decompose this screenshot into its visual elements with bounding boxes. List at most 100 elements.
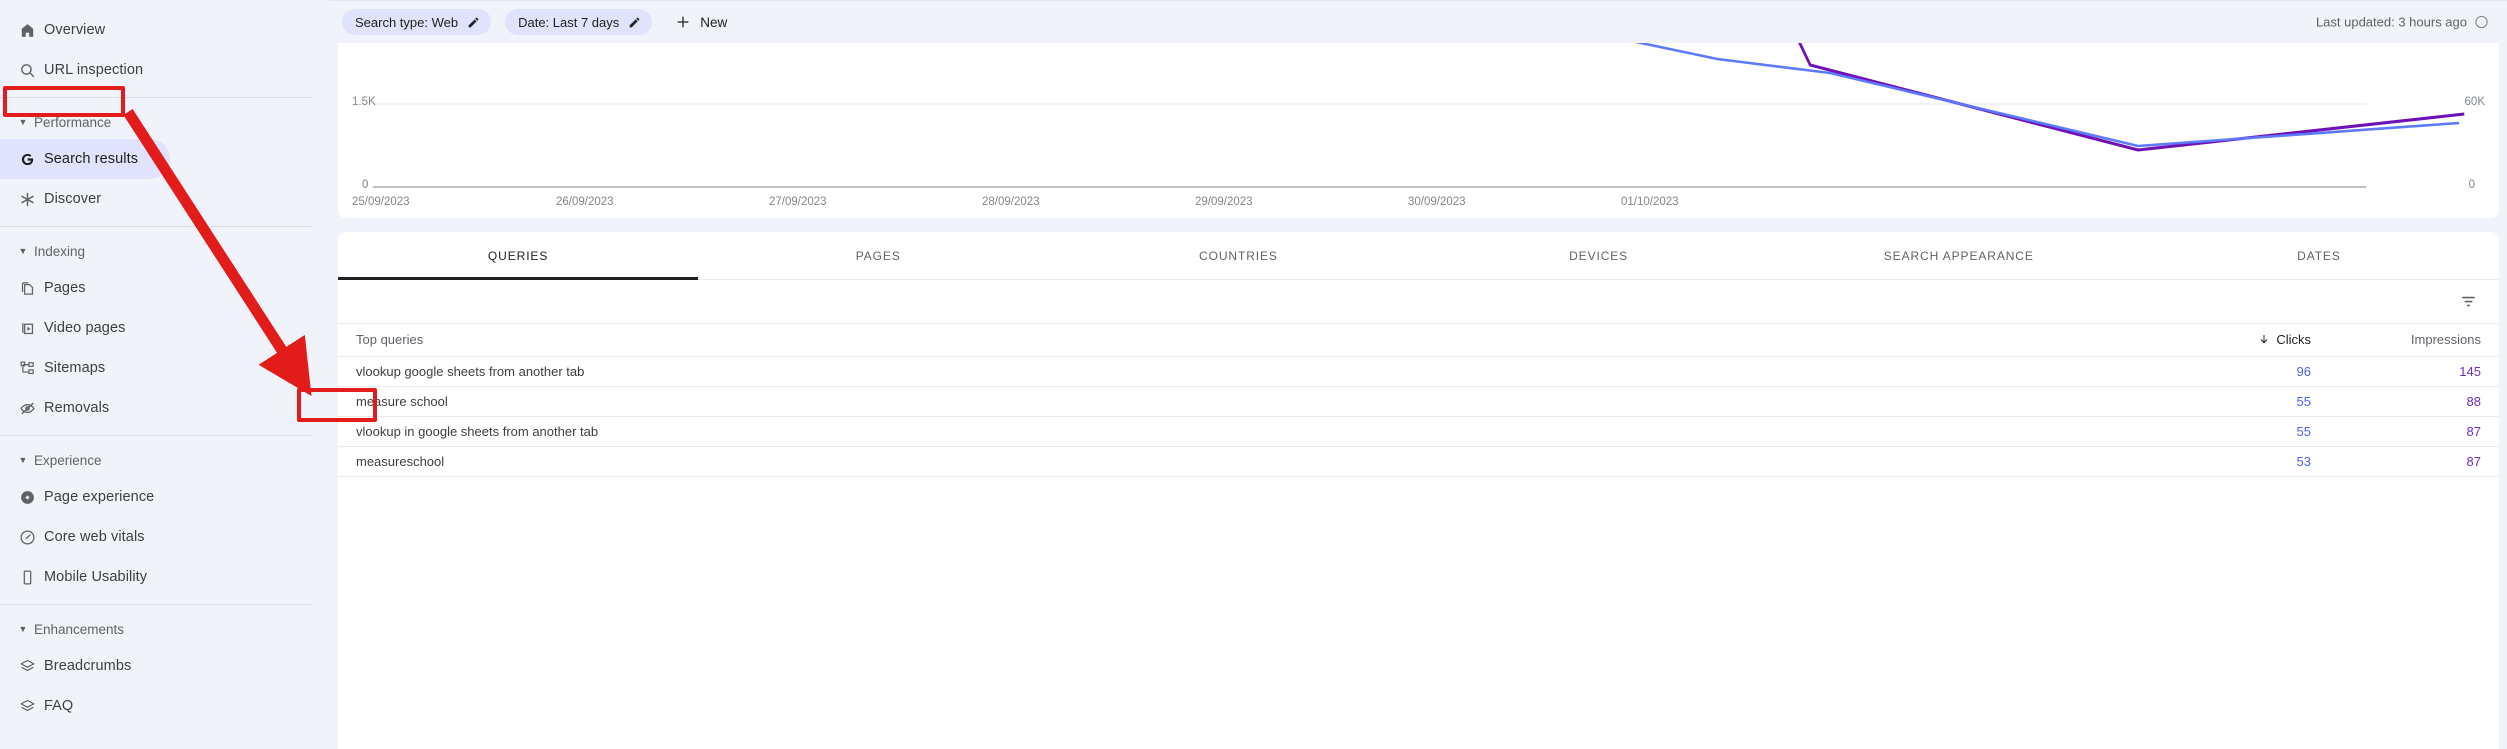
table-row[interactable]: vlookup in google sheets from another ta… xyxy=(338,416,2499,447)
sidebar-item-label: FAQ xyxy=(44,698,74,714)
sidebar-section-indexing[interactable]: ▼ Indexing xyxy=(0,234,330,268)
filter-chip-label: Date: Last 7 days xyxy=(518,14,620,30)
sidebar-item-removals[interactable]: Removals xyxy=(0,388,170,428)
sidebar-item-url-inspection[interactable]: URL inspection xyxy=(0,50,170,90)
tab-label: DEVICES xyxy=(1569,248,1629,263)
column-header-impressions[interactable]: Impressions xyxy=(2329,324,2499,357)
sidebar-item-label: Pages xyxy=(44,280,86,296)
filter-list-icon[interactable] xyxy=(2455,289,2481,315)
sidebar-item-label: URL inspection xyxy=(44,62,144,78)
help-circle-icon[interactable] xyxy=(2474,15,2489,30)
sidebar-item-mobile-usability[interactable]: Mobile Usability xyxy=(0,557,170,597)
chart-svg xyxy=(372,43,2465,188)
sidebar-item-pages[interactable]: Pages xyxy=(0,268,170,308)
filter-chip-search-type[interactable]: Search type: Web xyxy=(342,9,492,35)
tab-label: COUNTRIES xyxy=(1199,248,1278,263)
pencil-icon[interactable] xyxy=(467,16,480,29)
tab-label: PAGES xyxy=(855,248,901,263)
sidebar-section-experience[interactable]: ▼ Experience xyxy=(0,443,330,477)
tab-devices[interactable]: DEVICES xyxy=(1419,232,1779,279)
cell-query: vlookup in google sheets from another ta… xyxy=(338,416,2159,447)
tab-label: DATES xyxy=(2297,248,2341,263)
results-tabs: QUERIES PAGES COUNTRIES DEVICES SEARCH A… xyxy=(338,232,2499,280)
sidebar-item-page-experience[interactable]: Page experience xyxy=(0,477,170,517)
cell-clicks: 53 xyxy=(2159,446,2329,477)
cell-impressions: 87 xyxy=(2329,416,2499,447)
last-updated-text: Last updated: 3 hours ago xyxy=(2315,14,2467,30)
sidebar-section-performance[interactable]: ▼ Performance xyxy=(0,105,330,139)
main-content: Search type: Web Date: Last 7 days New L… xyxy=(330,0,2507,749)
plus-icon xyxy=(675,14,691,30)
cell-impressions: 88 xyxy=(2329,386,2499,417)
sidebar-item-label: Video pages xyxy=(44,320,126,336)
table-row[interactable]: measure school 55 88 xyxy=(338,386,2499,417)
tab-label: SEARCH APPEARANCE xyxy=(1883,248,2034,263)
queries-table-body: vlookup google sheets from another tab 9… xyxy=(338,356,2499,477)
sidebar-item-label: Mobile Usability xyxy=(44,569,148,585)
caret-down-icon: ▼ xyxy=(18,624,28,634)
cell-clicks: 96 xyxy=(2159,356,2329,387)
sidebar-item-label: Search results xyxy=(44,151,139,167)
caret-down-icon: ▼ xyxy=(18,117,28,127)
new-filter-button[interactable]: New xyxy=(666,9,736,35)
series-impressions-line xyxy=(1798,43,2465,152)
filter-chip-date[interactable]: Date: Last 7 days xyxy=(505,9,653,35)
sidebar-item-video-pages[interactable]: Video pages xyxy=(0,308,170,348)
sidebar-section-label: Experience xyxy=(34,452,102,468)
eye-off-icon xyxy=(10,400,44,417)
last-updated-status: Last updated: 3 hours ago xyxy=(2316,15,2489,30)
discover-asterisk-icon xyxy=(10,191,44,208)
table-row[interactable]: measureschool 53 87 xyxy=(338,446,2499,477)
column-header-clicks-label: Clicks xyxy=(2276,331,2311,347)
sidebar-item-label: Sitemaps xyxy=(44,360,106,376)
sidebar-item-sitemaps[interactable]: Sitemaps xyxy=(0,348,170,388)
tab-dates[interactable]: DATES xyxy=(2139,232,2499,279)
sidebar-item-faq[interactable]: FAQ xyxy=(0,686,170,726)
column-header-clicks[interactable]: Clicks xyxy=(2159,324,2329,357)
sidebar-item-discover[interactable]: Discover xyxy=(0,179,170,219)
column-header-top-queries[interactable]: Top queries xyxy=(338,324,2159,357)
sidebar-item-overview[interactable]: Overview xyxy=(0,10,170,50)
sidebar-section-label: Indexing xyxy=(34,243,86,259)
sidebar-item-core-web-vitals[interactable]: Core web vitals xyxy=(0,517,170,557)
cell-query: vlookup google sheets from another tab xyxy=(338,356,2159,387)
tab-countries[interactable]: COUNTRIES xyxy=(1058,232,1418,279)
filter-toolbar: Search type: Web Date: Last 7 days New L… xyxy=(330,0,2507,43)
tab-queries[interactable]: QUERIES xyxy=(338,232,699,280)
sidebar-item-breadcrumbs[interactable]: Breadcrumbs xyxy=(0,646,170,686)
filter-chip-label: Search type: Web xyxy=(355,14,459,30)
table-row[interactable]: vlookup google sheets from another tab 9… xyxy=(338,356,2499,387)
sidebar-item-label: Core web vitals xyxy=(44,529,145,545)
search-icon xyxy=(10,62,44,79)
sidebar-divider xyxy=(0,604,312,605)
cell-clicks: 55 xyxy=(2159,416,2329,447)
sidebar-section-label: Performance xyxy=(34,114,112,130)
sidebar-item-label: Page experience xyxy=(44,489,155,505)
home-icon xyxy=(10,22,44,39)
sidebar-item-label: Discover xyxy=(44,191,102,207)
sidebar-divider xyxy=(0,97,312,98)
page-experience-icon xyxy=(10,489,44,506)
cell-query: measureschool xyxy=(338,446,2159,477)
sidebar-section-enhancements[interactable]: ▼ Enhancements xyxy=(0,612,330,646)
cell-impressions: 87 xyxy=(2329,446,2499,477)
cell-impressions: 145 xyxy=(2329,356,2499,387)
sidebar-divider xyxy=(0,226,312,227)
layers-icon xyxy=(10,658,44,675)
performance-chart: 1.5K 0 60K 0 25/09/2023 26/09/2023 27/09… xyxy=(338,43,2499,218)
sitemaps-icon xyxy=(10,360,44,377)
caret-down-icon: ▼ xyxy=(18,246,28,256)
cell-clicks: 55 xyxy=(2159,386,2329,417)
results-panel: QUERIES PAGES COUNTRIES DEVICES SEARCH A… xyxy=(338,232,2499,749)
tab-pages[interactable]: PAGES xyxy=(698,232,1058,279)
video-pages-icon xyxy=(10,320,44,337)
arrow-down-icon xyxy=(2258,333,2270,348)
mobile-icon xyxy=(10,569,44,586)
pencil-icon[interactable] xyxy=(628,16,641,29)
tab-search-appearance[interactable]: SEARCH APPEARANCE xyxy=(1779,232,2139,279)
caret-down-icon: ▼ xyxy=(18,455,28,465)
layers-icon xyxy=(10,698,44,715)
tab-label: QUERIES xyxy=(487,248,549,263)
table-toolbar xyxy=(338,280,2499,324)
sidebar-item-search-results[interactable]: Search results xyxy=(0,139,170,179)
